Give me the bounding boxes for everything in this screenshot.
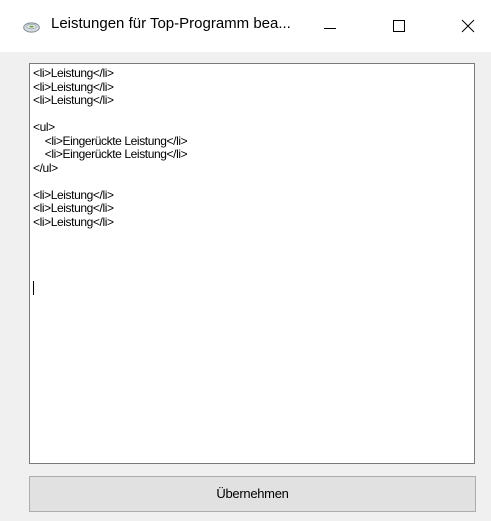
editor-line: <li>Leistung</li> — [33, 66, 114, 80]
minimize-button[interactable] — [307, 0, 353, 52]
editor-line: <li>Leistung</li> — [33, 201, 114, 215]
editor-line: <li>Leistung</li> — [33, 79, 114, 94]
editor-line: <li>Leistung</li> — [33, 214, 114, 229]
title-bar[interactable]: Leistungen für Top-Programm bea... — [0, 0, 491, 52]
editor-line: <li>Eingerückte Leistung</li> — [33, 133, 188, 148]
editor-line: <ul> — [33, 120, 55, 134]
editor-line: </ul> — [33, 160, 58, 175]
close-button[interactable] — [445, 0, 491, 52]
apply-button[interactable]: Übernehmen — [29, 476, 476, 512]
editor-line: <li>Leistung</li> — [33, 187, 114, 202]
window-title: Leistungen für Top-Programm bea... — [51, 15, 291, 32]
editor-line: <li>Eingerückte Leistung</li> — [33, 147, 188, 161]
maximize-button[interactable] — [376, 0, 422, 52]
editor-content: <li>Leistung</li> <li>Leistung</li> <li>… — [33, 66, 188, 229]
dialog-window: Leistungen für Top-Programm bea... <li>L… — [0, 0, 491, 521]
maximize-icon — [393, 20, 405, 32]
close-icon — [461, 19, 475, 33]
html-text-editor[interactable]: <li>Leistung</li> <li>Leistung</li> <li>… — [29, 63, 475, 464]
minimize-icon — [324, 28, 336, 29]
drive-icon — [23, 22, 40, 33]
editor-line: <li>Leistung</li> — [33, 93, 114, 107]
text-caret — [33, 281, 34, 295]
